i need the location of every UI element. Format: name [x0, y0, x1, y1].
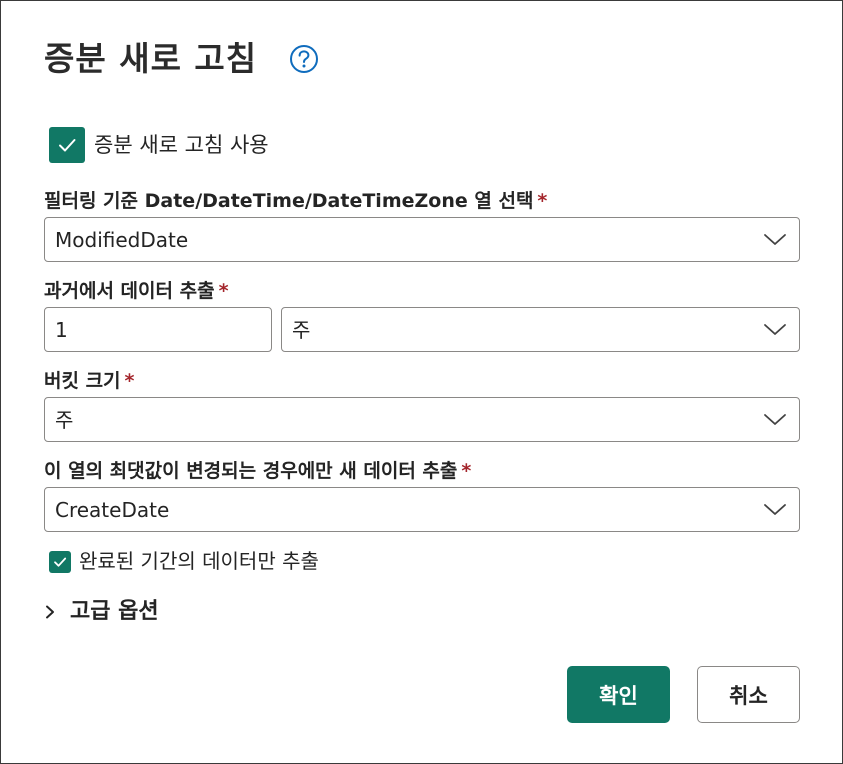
bucket-size-dropdown[interactable]: 주 [44, 397, 800, 442]
extract-past-unit-dropdown[interactable]: 주 [281, 307, 800, 352]
chevron-down-icon [764, 234, 786, 245]
max-change-column-dropdown[interactable]: CreateDate [44, 487, 800, 532]
required-mark: * [124, 370, 135, 392]
extract-past-amount-input[interactable]: 1 [44, 307, 272, 352]
required-mark: * [218, 280, 229, 302]
chevron-down-icon [764, 324, 786, 335]
bucket-size-value: 주 [55, 408, 74, 432]
advanced-options-toggle[interactable]: 고급 옵션 [44, 597, 159, 627]
incremental-refresh-dialog: 증분 새로 고침 증분 새로 고침 사용 필터링 기준 Date/DateTim… [0, 0, 843, 764]
checkmark-icon [59, 139, 76, 152]
filter-column-dropdown[interactable]: ModifiedDate [44, 217, 800, 262]
chevron-right-icon [46, 605, 54, 619]
filter-column-label-text: 필터링 기준 Date/DateTime/DateTimeZone 열 선택 [44, 190, 534, 212]
filter-column-value: ModifiedDate [55, 228, 189, 252]
enable-incremental-refresh-label[interactable]: 증분 새로 고침 사용 [94, 131, 269, 159]
ok-button[interactable]: 확인 [567, 666, 670, 723]
question-circle-icon[interactable] [289, 44, 319, 74]
enable-incremental-refresh-checkbox[interactable] [49, 127, 85, 163]
max-change-column-label-text: 이 열의 최댓값이 변경되는 경우에만 새 데이터 추출 [44, 460, 458, 482]
max-change-column-label: 이 열의 최댓값이 변경되는 경우에만 새 데이터 추출 * [44, 458, 471, 484]
bucket-size-label: 버킷 크기 * [44, 368, 134, 394]
cancel-button[interactable]: 취소 [697, 666, 800, 723]
extract-past-unit-value: 주 [292, 318, 311, 342]
max-change-column-value: CreateDate [55, 498, 170, 522]
complete-periods-only-checkbox[interactable] [49, 551, 71, 573]
chevron-down-icon [764, 504, 786, 515]
required-mark: * [537, 190, 548, 212]
extract-past-amount-value: 1 [55, 318, 68, 342]
required-mark: * [461, 460, 472, 482]
advanced-options-label: 고급 옵션 [70, 599, 159, 624]
bucket-size-label-text: 버킷 크기 [44, 370, 121, 392]
filter-column-label: 필터링 기준 Date/DateTime/DateTimeZone 열 선택 * [44, 188, 547, 214]
checkmark-icon [54, 557, 67, 567]
extract-past-label-text: 과거에서 데이터 추출 [44, 280, 215, 302]
dialog-title: 증분 새로 고침 [44, 39, 258, 78]
extract-past-label: 과거에서 데이터 추출 * [44, 278, 229, 304]
chevron-down-icon [764, 414, 786, 425]
complete-periods-only-label[interactable]: 완료된 기간의 데이터만 추출 [79, 547, 319, 575]
